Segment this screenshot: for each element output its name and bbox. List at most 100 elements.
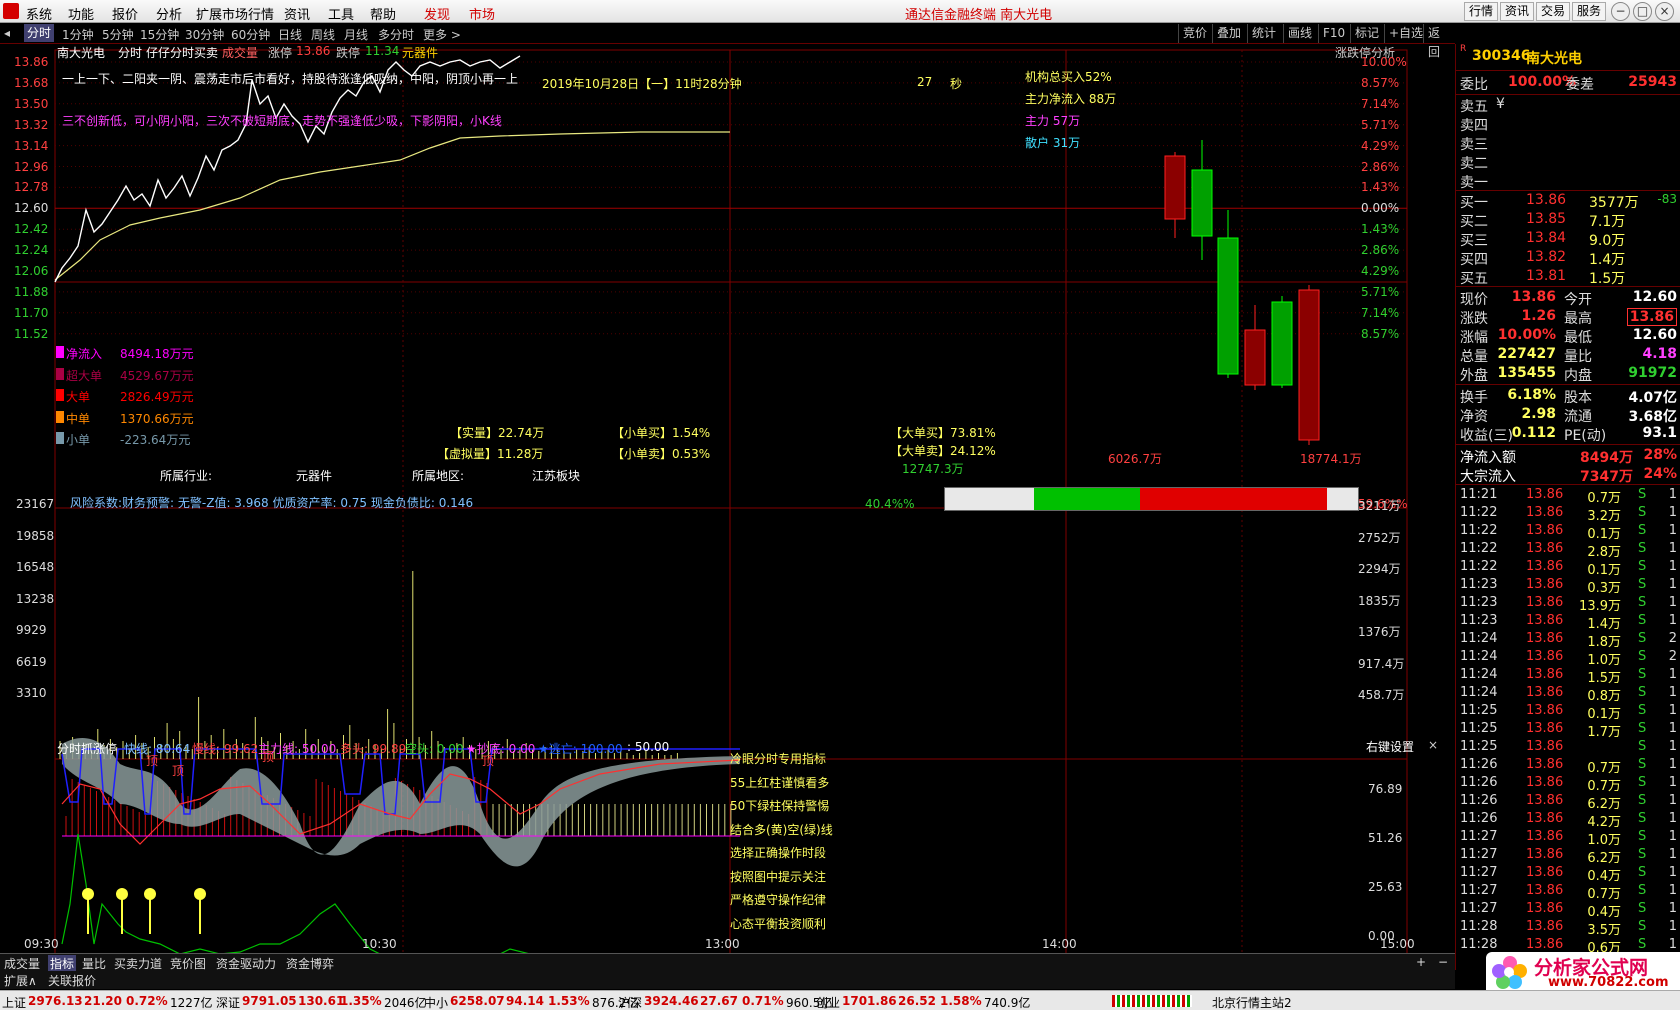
stat-value: 0.112 (1511, 425, 1556, 441)
percent-tick: 2.86% (1361, 243, 1400, 258)
percent-tick: 5.71% (1361, 117, 1400, 132)
indicator-slow: 慢线: 99.62 (192, 742, 259, 756)
tick-time: 11:25 (1460, 703, 1498, 718)
tick-time: 11:23 (1460, 595, 1498, 610)
btab-indicator[interactable]: 指标 (48, 955, 77, 972)
index-change: 94.14 (506, 994, 544, 1008)
indicator-note: 按照图中提示关注 (730, 869, 827, 884)
btn-hangqing[interactable]: 行情 (1464, 2, 1498, 21)
menu-discover[interactable]: 发现 (424, 4, 450, 23)
btn-jingjia[interactable]: 竞价 (1178, 24, 1211, 43)
tab-1min[interactable]: 1分钟 (62, 26, 94, 43)
stock-name-header: 南大光电 (57, 46, 106, 60)
menu-quote[interactable]: 报价 (112, 4, 138, 23)
btab-buysell[interactable]: 买卖力道 (114, 955, 162, 972)
menu-market[interactable]: 市场 (469, 4, 495, 23)
flow-row: 大宗流入 7347万 24% (1456, 466, 1680, 485)
menu-tools[interactable]: 工具 (328, 4, 354, 23)
percent-tick: 7.14% (1361, 305, 1400, 320)
tick-time: 11:27 (1460, 901, 1498, 916)
btn-huaxian[interactable]: 画线 (1283, 24, 1316, 43)
tick-row: 11:26 13.86 6.2万 S 1 (1456, 793, 1680, 812)
tab-week[interactable]: 周线 (311, 26, 335, 43)
buy-price: 13.82 (1526, 249, 1567, 265)
tab-30min[interactable]: 30分钟 (185, 26, 224, 43)
btab-auction[interactable]: 竞价图 (170, 955, 206, 972)
indicator-title[interactable]: 分时抓涨停 (57, 740, 117, 757)
indicator-escape: ★逃亡: 100.00 (538, 742, 623, 756)
tick-time: 11:27 (1460, 883, 1498, 898)
tick-count: 1 (1668, 685, 1677, 700)
status-tick-strip (1112, 995, 1192, 1007)
zoom-out-icon[interactable]: − (1438, 955, 1448, 969)
btn-back[interactable]: 返回 (1423, 24, 1455, 59)
tab-day[interactable]: 日线 (278, 26, 302, 43)
btn-zixun[interactable]: 资讯 (1500, 2, 1534, 21)
index-amount: 1227亿 (170, 996, 213, 1010)
btn-biaoji[interactable]: 标记 (1350, 24, 1383, 43)
status-station: 北京行情主站2 (1212, 996, 1292, 1010)
menu-system[interactable]: 系统 (26, 4, 52, 23)
candle-body (1164, 155, 1186, 220)
menu-function[interactable]: 功能 (68, 4, 94, 23)
menu-analysis[interactable]: 分析 (156, 4, 182, 23)
menu-help[interactable]: 帮助 (370, 4, 396, 23)
buy-volume: 1.5万 (1589, 271, 1626, 287)
btab-fund-drive[interactable]: 资金驱动力 (216, 955, 276, 972)
btn-diejia[interactable]: 叠加 (1212, 24, 1245, 43)
indicator-settings[interactable]: 右键设置 (1366, 738, 1414, 755)
tab-fenshi[interactable]: 分时 (24, 24, 55, 42)
index-name: 中小 (424, 996, 449, 1010)
tab-60min[interactable]: 60分钟 (231, 26, 270, 43)
btn-zixuan[interactable]: +自选 (1384, 24, 1427, 43)
quote-code: 300346 (1472, 48, 1531, 64)
close-icon[interactable]: × (1655, 2, 1674, 21)
menu-extended-market[interactable]: 扩展市场行情 (196, 4, 274, 23)
btn-fuwu[interactable]: 服务 (1572, 2, 1606, 21)
btn-f10[interactable]: F10 (1318, 24, 1349, 43)
nav-arrow-icon[interactable]: ◂ (4, 26, 10, 40)
tab-multi[interactable]: 多分时 (378, 26, 414, 43)
sell-level-label: 卖五 (1460, 99, 1488, 115)
flow-value: 2826.49万元 (120, 390, 194, 404)
region-label: 所属地区: (412, 469, 465, 483)
buy-price: 13.86 (1526, 192, 1567, 208)
tick-price: 13.86 (1526, 793, 1564, 808)
zoom-in-icon[interactable]: + (1416, 955, 1426, 969)
flow-swatch (56, 367, 64, 380)
tick-volume: 0.7万 (1587, 491, 1621, 506)
tab-more[interactable]: 更多 > (423, 26, 461, 43)
sell-level-label: 卖一 (1460, 175, 1488, 191)
maximize-icon[interactable]: □ (1633, 2, 1652, 21)
buy-level: 买一 13.86 3577万 -83 (1456, 192, 1680, 211)
tab-15min[interactable]: 15分钟 (140, 26, 179, 43)
tick-time: 11:28 (1460, 937, 1498, 952)
sell-level-label: 卖四 (1460, 118, 1488, 134)
index-change: 27.67 (700, 994, 738, 1008)
indicator-close-icon[interactable]: × (1428, 738, 1438, 752)
buy-volume: 1.4万 (1589, 252, 1626, 268)
stat-label-2: 内盘 (1564, 368, 1592, 384)
ext-toggle[interactable]: 扩展∧ (4, 972, 37, 989)
btn-jiaoyi[interactable]: 交易 (1536, 2, 1570, 21)
btab-fund-game[interactable]: 资金博弈 (286, 955, 334, 972)
tick-time: 11:27 (1460, 847, 1498, 862)
menu-info[interactable]: 资讯 (284, 4, 310, 23)
price-tick: 12.96 (14, 159, 49, 174)
tick-side: S (1638, 667, 1647, 682)
tick-side: S (1638, 919, 1647, 934)
buy-level-label: 买二 (1460, 214, 1488, 230)
tick-time: 11:22 (1460, 559, 1498, 574)
tab-month[interactable]: 月线 (344, 26, 368, 43)
tick-side: S (1638, 577, 1647, 592)
btab-volratio[interactable]: 量比 (82, 955, 106, 972)
minimize-icon[interactable]: − (1611, 2, 1630, 21)
small-sell: 【小单卖】0.53% (612, 447, 711, 461)
btn-tongji[interactable]: 统计 (1247, 24, 1280, 43)
indicator-tick: 25.63 (1368, 880, 1403, 894)
btab-volume[interactable]: 成交量 (4, 955, 40, 972)
tab-5min[interactable]: 5分钟 (102, 26, 134, 43)
tick-count: 1 (1668, 541, 1677, 556)
related-quote[interactable]: 关联报价 (48, 972, 96, 989)
index-value: 3924.46 (644, 994, 699, 1008)
